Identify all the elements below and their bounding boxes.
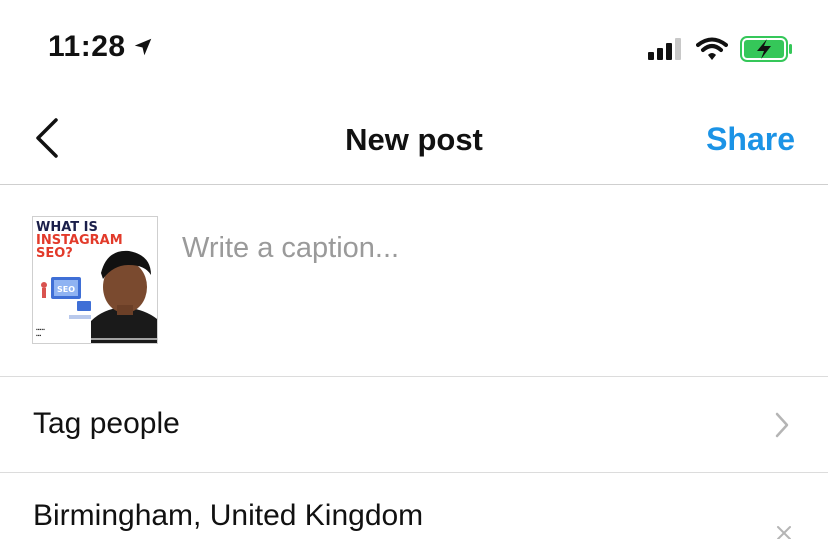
post-thumbnail[interactable]: WHAT IS INSTAGRAM SEO? SEO ▪▪▪▪▪ ▪▪▪	[32, 216, 158, 344]
tag-people-row[interactable]: Tag people	[0, 377, 828, 473]
nav-bar: New post Share	[0, 100, 828, 185]
signal-icon	[648, 38, 681, 60]
share-button[interactable]: Share	[706, 121, 795, 158]
new-post-screen: 11:28 New post Share WHAT IS INSTAGRAM S…	[0, 0, 828, 539]
status-bar: 11:28	[0, 0, 828, 100]
thumbnail-footer: ▪▪▪▪▪ ▪▪▪	[36, 327, 45, 339]
status-icons	[648, 36, 794, 62]
location-label: Birmingham, United Kingdom	[33, 499, 424, 532]
caption-row: WHAT IS INSTAGRAM SEO? SEO ▪▪▪▪▪ ▪▪▪ Wri…	[0, 185, 828, 377]
location-arrow-icon	[134, 38, 151, 56]
tag-people-label: Tag people	[33, 407, 180, 440]
status-time: 11:28	[48, 30, 154, 64]
thumbnail-badge: SEO	[57, 285, 75, 294]
page-title: New post	[345, 122, 483, 157]
location-row[interactable]: Birmingham, United Kingdom	[0, 473, 828, 539]
chevron-right-icon	[775, 412, 789, 438]
thumbnail-illustration: SEO	[41, 250, 157, 343]
clear-location-icon[interactable]	[776, 525, 792, 539]
caption-input[interactable]	[180, 231, 784, 266]
status-time-text: 11:28	[48, 30, 126, 63]
wifi-icon	[696, 37, 728, 60]
battery-charging-icon	[740, 36, 792, 62]
